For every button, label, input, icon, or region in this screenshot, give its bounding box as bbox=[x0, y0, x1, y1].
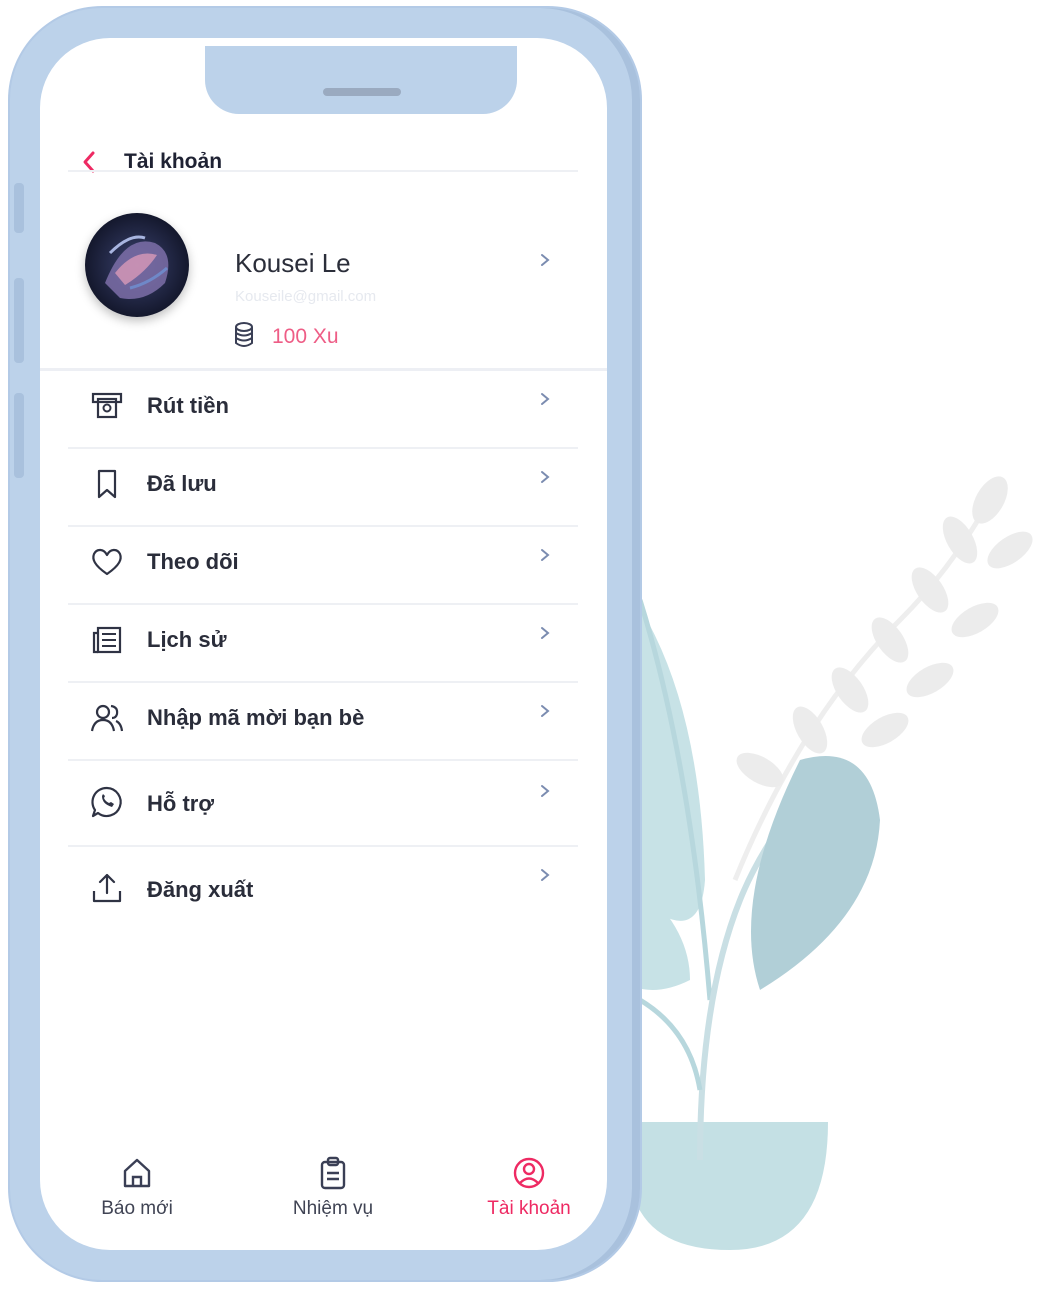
chevron-right-icon bbox=[541, 549, 550, 561]
chevron-right-icon bbox=[541, 705, 550, 717]
chevron-right-icon bbox=[541, 627, 550, 639]
menu-item-label: Đã lưu bbox=[147, 471, 217, 496]
mute-switch bbox=[14, 183, 24, 233]
chevron-right-icon bbox=[541, 254, 550, 266]
menu-item-label: Rút tiền bbox=[147, 393, 229, 418]
app-screen: Tài khoản Kousei Le Kouseile@gmail.com 1… bbox=[40, 38, 607, 1250]
tab-news[interactable]: Báo mới bbox=[57, 1156, 217, 1236]
menu-item-label: Lịch sử bbox=[147, 627, 227, 652]
profile-name: Kousei Le bbox=[235, 248, 351, 278]
tab-account[interactable]: Tài khoản bbox=[449, 1156, 607, 1236]
menu-item-history[interactable]: Lịch sử bbox=[40, 605, 607, 683]
home-icon bbox=[123, 1158, 151, 1188]
tab-label: Nhiệm vụ bbox=[292, 1198, 374, 1219]
clipboard-icon bbox=[320, 1156, 346, 1190]
menu-item-label: Theo dõi bbox=[147, 549, 239, 574]
tab-tasks[interactable]: Nhiệm vụ bbox=[253, 1156, 413, 1236]
menu-item-follow[interactable]: Theo dõi bbox=[40, 527, 607, 605]
bookmark-icon bbox=[97, 469, 117, 499]
volume-down-button bbox=[14, 393, 24, 478]
coin-balance: 100 Xu bbox=[272, 325, 339, 348]
upload-logout-icon bbox=[92, 873, 122, 903]
speaker bbox=[323, 88, 401, 96]
whatsapp-support-icon bbox=[91, 786, 122, 818]
history-list-icon bbox=[92, 626, 122, 654]
menu-item-invite-code[interactable]: Nhập mã mời bạn bè bbox=[40, 683, 607, 761]
chevron-right-icon bbox=[541, 393, 550, 405]
avatar bbox=[85, 213, 189, 317]
menu-item-saved[interactable]: Đã lưu bbox=[40, 449, 607, 527]
phone-frame: Tài khoản Kousei Le Kouseile@gmail.com 1… bbox=[10, 8, 640, 1280]
chevron-right-icon bbox=[541, 869, 550, 881]
chevron-right-icon bbox=[541, 785, 550, 797]
atm-cash-icon bbox=[91, 392, 123, 419]
users-icon bbox=[90, 704, 124, 732]
menu-item-support[interactable]: Hỗ trợ bbox=[40, 761, 607, 847]
heart-icon bbox=[92, 548, 122, 576]
volume-up-button bbox=[14, 278, 24, 363]
profile-card[interactable]: Kousei Le Kouseile@gmail.com 100 Xu bbox=[40, 173, 607, 369]
user-circle-icon bbox=[513, 1157, 545, 1189]
menu-item-label: Đăng xuất bbox=[147, 877, 254, 902]
tab-label: Tài khoản bbox=[487, 1198, 571, 1219]
menu-item-withdraw[interactable]: Rút tiền bbox=[40, 371, 607, 449]
bottom-tab-bar: Báo mới Nhiệm vụ Tài khoản bbox=[40, 1156, 607, 1236]
profile-email: Kouseile@gmail.com bbox=[235, 288, 377, 305]
header-divider bbox=[68, 170, 578, 172]
chevron-right-icon bbox=[541, 471, 550, 483]
coin-stack-icon bbox=[235, 322, 253, 347]
menu-item-label: Hỗ trợ bbox=[147, 791, 214, 816]
tab-label: Báo mới bbox=[101, 1198, 173, 1219]
notch bbox=[205, 46, 517, 114]
menu-item-label: Nhập mã mời bạn bè bbox=[147, 705, 365, 730]
menu-item-logout[interactable]: Đăng xuất bbox=[40, 847, 607, 925]
